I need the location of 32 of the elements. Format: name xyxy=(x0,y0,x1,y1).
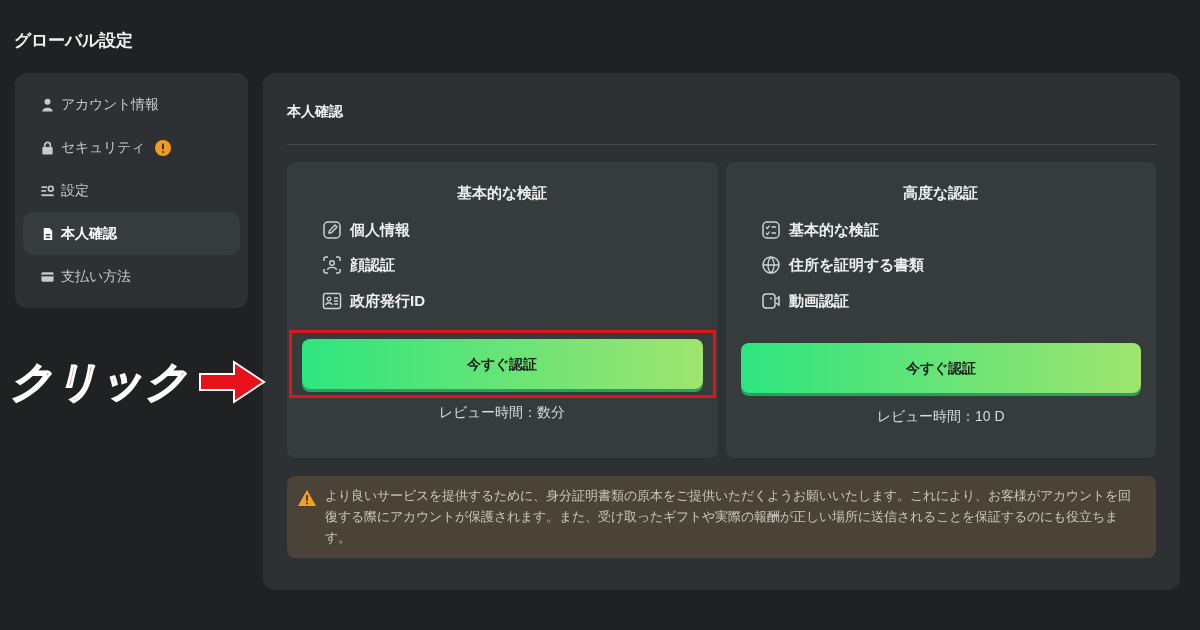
verify-now-button[interactable]: 今すぐ認証 xyxy=(740,343,1141,393)
section-title: 本人確認 xyxy=(287,101,1156,145)
sidebar-item[interactable]: 支払い方法 xyxy=(23,255,240,298)
requirement-label: 顔認証 xyxy=(350,255,395,275)
requirement-label: 個人情報 xyxy=(350,219,410,240)
checklist-icon xyxy=(760,219,781,240)
video-camera-icon xyxy=(760,290,781,311)
card-title: 基本的な検証 xyxy=(457,183,548,203)
page-title: グローバル設定 xyxy=(13,30,134,52)
requirement-label: 住所を証明する書類 xyxy=(788,255,924,275)
warning-icon xyxy=(297,489,317,507)
lock-icon xyxy=(40,139,55,156)
notice-text: より良いサービスを提供するために、身分証明書類の原本をご提供いただくようお願いいたします。これにより、お客様がアカウントを回復する際にアカウントが保護されます。また、受け取ったギフトや実際の報酬が正しい場所に送信されることを保証するのにも役立ちます。 xyxy=(325,487,1132,547)
review-time: レビュー時間：10 D xyxy=(876,407,1005,426)
sidebar-item[interactable]: アカウント情報 xyxy=(23,83,240,126)
arrow-icon xyxy=(198,358,266,405)
sidebar-item[interactable]: 設定 xyxy=(23,169,240,212)
requirement-label: 動画認証 xyxy=(788,290,849,311)
callout-text: クリック xyxy=(10,357,190,407)
requirement-label: 基本的な検証 xyxy=(788,219,879,240)
globe-icon xyxy=(760,255,781,276)
sidebar-item[interactable]: セキュリティ xyxy=(23,126,240,169)
review-time: レビュー時間：数分 xyxy=(439,403,566,422)
face-scan-icon xyxy=(322,255,342,276)
verify-now-button[interactable]: 今すぐ認証 xyxy=(302,339,703,389)
pencil-icon xyxy=(322,219,342,240)
sliders-icon xyxy=(40,182,55,199)
id-card-icon xyxy=(322,290,342,311)
requirement-label: 政府発行ID xyxy=(350,290,425,311)
person-icon xyxy=(40,96,55,113)
card-title: 高度な認証 xyxy=(903,183,979,203)
sidebar-item[interactable]: 本人確認 xyxy=(23,212,240,255)
